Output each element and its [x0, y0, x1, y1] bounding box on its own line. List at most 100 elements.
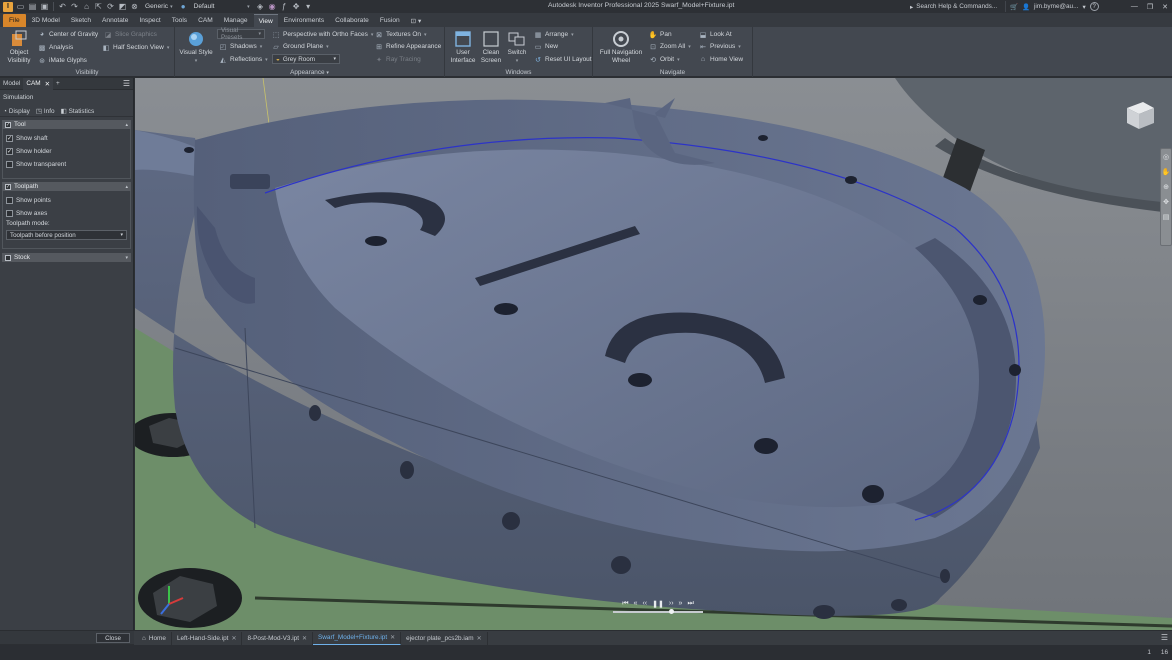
- show-holder-checkbox[interactable]: ✓ Show holder: [6, 145, 127, 158]
- pan-icon[interactable]: ✋: [1162, 169, 1171, 177]
- update-icon[interactable]: ⟳: [106, 2, 115, 11]
- customize-icon[interactable]: ▾: [304, 2, 313, 11]
- close-icon[interactable]: ✕: [477, 635, 482, 642]
- zoom-icon[interactable]: ⊕: [1163, 184, 1169, 192]
- tab-annotate[interactable]: Annotate: [97, 14, 133, 27]
- full-navigation-wheel-button[interactable]: Full Navigation Wheel: [596, 30, 646, 65]
- menu-icon[interactable]: ☰: [123, 79, 130, 88]
- close-simulation-button[interactable]: Close: [96, 633, 130, 643]
- tab-environments[interactable]: Environments: [279, 14, 329, 27]
- help-icon[interactable]: ?: [1089, 2, 1099, 11]
- tab-inspect[interactable]: Inspect: [134, 14, 165, 27]
- playback-slider-handle[interactable]: [669, 609, 674, 614]
- show-axes-checkbox[interactable]: Show axes: [6, 207, 127, 220]
- orbit-icon[interactable]: ✥: [1163, 199, 1169, 207]
- zoom-all-button[interactable]: ⊡ Zoom All ▾: [649, 41, 691, 52]
- switch-button[interactable]: Switch ▾: [504, 30, 530, 65]
- step-forward-icon[interactable]: »: [679, 600, 683, 608]
- clean-screen-button[interactable]: Clean Screen: [478, 30, 504, 65]
- step-back-icon[interactable]: «: [634, 600, 638, 608]
- close-icon[interactable]: ✕: [390, 634, 395, 641]
- steering-wheel-icon[interactable]: ◎: [1163, 154, 1169, 162]
- ray-tracing-button[interactable]: ✦ Ray Tracing: [375, 54, 421, 65]
- tab-statistics[interactable]: ◧ Statistics: [61, 106, 95, 116]
- stock-section-checkbox[interactable]: [5, 254, 11, 261]
- user-menu[interactable]: jim.byme@au...: [1034, 3, 1079, 10]
- go-to-start-icon[interactable]: ⏮: [622, 600, 628, 608]
- tab-collaborate[interactable]: Collaborate: [330, 14, 374, 27]
- tool-section-checkbox[interactable]: ✓: [5, 121, 11, 128]
- undo-icon[interactable]: ↶: [58, 2, 67, 11]
- shadows-button[interactable]: ◰ Shadows ▾: [219, 41, 263, 52]
- minimize-icon[interactable]: —: [1131, 3, 1138, 10]
- half-section-view-button[interactable]: ◧ Half Section View ▾: [102, 42, 170, 53]
- tab-cam[interactable]: CAM ✕: [23, 77, 53, 90]
- pause-icon[interactable]: ❚❚: [652, 600, 664, 608]
- help-search[interactable]: ▸ Search Help & Commands...: [906, 1, 1006, 12]
- tab-cam[interactable]: CAM: [193, 14, 218, 27]
- ground-plane-button[interactable]: ▱ Ground Plane ▾: [272, 41, 328, 52]
- textures-on-button[interactable]: ⊠ Textures On ▾: [375, 29, 427, 40]
- previous-view-button[interactable]: ⇤ Previous ▾: [699, 41, 741, 52]
- reset-ui-layout-button[interactable]: ↺ Reset UI Layout: [534, 54, 592, 65]
- close-icon[interactable]: ✕: [45, 80, 50, 88]
- document-tab[interactable]: ejector plate_pcs2b.iam ✕: [401, 631, 488, 645]
- toolpath-section-header[interactable]: ✓ Toolpath ▴: [2, 182, 131, 191]
- document-tab[interactable]: ⌂ Home: [137, 631, 172, 645]
- close-icon[interactable]: ✕: [1162, 3, 1168, 11]
- tab-3d-model[interactable]: 3D Model: [27, 14, 65, 27]
- checkbox-box[interactable]: [6, 210, 13, 217]
- arrange-button[interactable]: ▦ Arrange ▾: [534, 29, 574, 40]
- restore-icon[interactable]: ❐: [1147, 3, 1153, 11]
- new-file-icon[interactable]: ▭: [16, 2, 25, 11]
- tab-display[interactable]: ◔ Display: [3, 106, 30, 116]
- tab-info[interactable]: ◳ Info: [36, 106, 55, 116]
- show-transparent-checkbox[interactable]: Show transparent: [6, 158, 127, 171]
- checkbox-box[interactable]: [6, 197, 13, 204]
- document-tab[interactable]: Left-Hand-Side.ipt ✕: [172, 631, 243, 645]
- parameters-icon[interactable]: ƒ: [280, 2, 289, 11]
- document-menu-icon[interactable]: ☰: [1161, 633, 1168, 642]
- document-tab[interactable]: Swarf_Model+Fixture.ipt ✕: [313, 631, 402, 645]
- add-tab-button[interactable]: +: [53, 78, 63, 90]
- ribbon-extra-menu-icon[interactable]: ⊡ ▾: [406, 14, 427, 27]
- user-interface-button[interactable]: User Interface: [448, 30, 478, 65]
- redo-icon[interactable]: ↷: [70, 2, 79, 11]
- grey-room-dropdown[interactable]: ◒ Grey Room ▾: [272, 54, 340, 64]
- analysis-button[interactable]: ▩ Analysis: [38, 42, 74, 53]
- look-at-icon[interactable]: ▤: [1163, 214, 1170, 222]
- orbit-button[interactable]: ⟲ Orbit ▾: [649, 54, 680, 65]
- expand-icon[interactable]: ▾: [125, 255, 128, 261]
- rewind-icon[interactable]: ‹‹: [642, 600, 647, 608]
- object-visibility-button[interactable]: Object Visibility: [4, 30, 34, 65]
- go-to-end-icon[interactable]: ⏭: [687, 600, 693, 608]
- measure-icon[interactable]: ✥: [292, 2, 301, 11]
- tab-manage[interactable]: Manage: [219, 14, 253, 27]
- center-of-gravity-button[interactable]: ◕ Center of Gravity: [38, 29, 98, 40]
- refine-appearance-button[interactable]: ⊞ Refine Appearance: [375, 41, 441, 52]
- pan-button[interactable]: ✋ Pan: [649, 29, 672, 40]
- graphics-viewport[interactable]: ◎ ✋ ⊕ ✥ ▤ ⏮ « ‹‹ ❚❚ ›› » ⏭: [135, 78, 1172, 630]
- stock-section-header[interactable]: Stock ▾: [2, 253, 131, 262]
- cart-icon[interactable]: 🛒: [1010, 3, 1018, 11]
- slice-graphics-button[interactable]: ◪ Slice Graphics: [104, 29, 157, 40]
- viewcube[interactable]: [1123, 98, 1157, 132]
- clear-appearance-icon[interactable]: ◉: [268, 2, 277, 11]
- tab-view[interactable]: View: [253, 14, 278, 27]
- material-dropdown[interactable]: Generic ▾: [142, 2, 176, 12]
- inventor-logo-icon[interactable]: I: [3, 1, 13, 12]
- toolpath-mode-select[interactable]: Toolpath before position ▾: [6, 230, 127, 240]
- tab-model[interactable]: Model: [0, 78, 23, 90]
- tab-file[interactable]: File: [3, 14, 26, 27]
- close-icon[interactable]: ✕: [302, 635, 307, 642]
- reflections-button[interactable]: ◭ Reflections ▾: [219, 54, 267, 65]
- toolpath-section-checkbox[interactable]: ✓: [5, 183, 11, 190]
- visual-style-button[interactable]: Visual Style ▾: [178, 30, 214, 65]
- playback-slider[interactable]: [613, 609, 703, 614]
- checkbox-box[interactable]: ✓: [6, 135, 13, 142]
- home-view-button[interactable]: ⌂ Home View: [699, 54, 743, 65]
- chevron-down-icon[interactable]: ▾: [1082, 3, 1085, 11]
- show-shaft-checkbox[interactable]: ✓ Show shaft: [6, 132, 127, 145]
- tab-tools[interactable]: Tools: [167, 14, 192, 27]
- show-points-checkbox[interactable]: Show points: [6, 194, 127, 207]
